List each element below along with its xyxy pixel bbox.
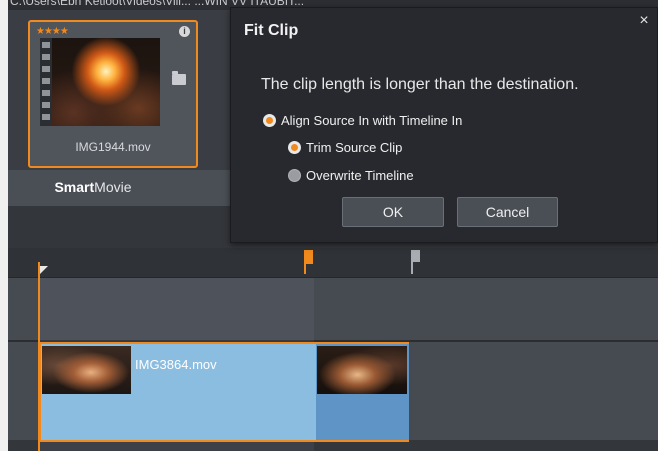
- close-icon[interactable]: ×: [637, 13, 651, 29]
- mark-out-marker-icon[interactable]: [411, 250, 420, 274]
- option-trim-source-clip[interactable]: Trim Source Clip: [288, 140, 402, 155]
- clip-thumbnail: [40, 38, 160, 126]
- radio-selected-icon[interactable]: [288, 141, 301, 154]
- option-label: Align Source In with Timeline In: [281, 113, 463, 128]
- library-clip-card[interactable]: ★★★★ i IMG1944.mov: [28, 20, 198, 168]
- rating-stars[interactable]: ★★★★: [36, 26, 69, 37]
- option-label: Overwrite Timeline: [306, 168, 414, 183]
- clip-thumbnail-end: [317, 346, 407, 394]
- timeline-clip-name: IMG3864.mov: [135, 357, 217, 372]
- library-clip-name: IMG1944.mov: [75, 140, 151, 154]
- smartmovie-button[interactable]: SmartMovie: [8, 170, 230, 206]
- timeline-clip[interactable]: IMG3864.mov: [39, 342, 409, 442]
- mark-in-marker-icon[interactable]: [304, 250, 313, 274]
- cancel-button[interactable]: Cancel: [457, 197, 558, 227]
- option-align-source-in[interactable]: Align Source In with Timeline In: [263, 113, 462, 128]
- radio-selected-icon[interactable]: [263, 114, 276, 127]
- timeline-ruler[interactable]: [8, 248, 658, 278]
- radio-unselected-icon[interactable]: [288, 169, 301, 182]
- option-label: Trim Source Clip: [306, 140, 403, 155]
- lantern-scene-image: [52, 38, 160, 126]
- playhead[interactable]: [38, 262, 40, 451]
- film-strip-icon: [40, 38, 52, 126]
- folder-icon[interactable]: [172, 71, 186, 85]
- smartmovie-label: SmartMovie: [8, 179, 178, 195]
- info-icon[interactable]: i: [179, 26, 190, 37]
- fit-clip-dialog: Fit Clip × The clip length is longer tha…: [230, 7, 658, 243]
- ok-button[interactable]: OK: [342, 197, 444, 227]
- dialog-title: Fit Clip: [244, 22, 299, 39]
- clip-thumbnail-start: [42, 346, 131, 394]
- option-overwrite-timeline[interactable]: Overwrite Timeline: [288, 168, 414, 183]
- dialog-message: The clip length is longer than the desti…: [261, 76, 579, 93]
- smartmovie-label-bold: Smart: [54, 179, 95, 195]
- smartmovie-label-rest: Movie: [94, 179, 132, 195]
